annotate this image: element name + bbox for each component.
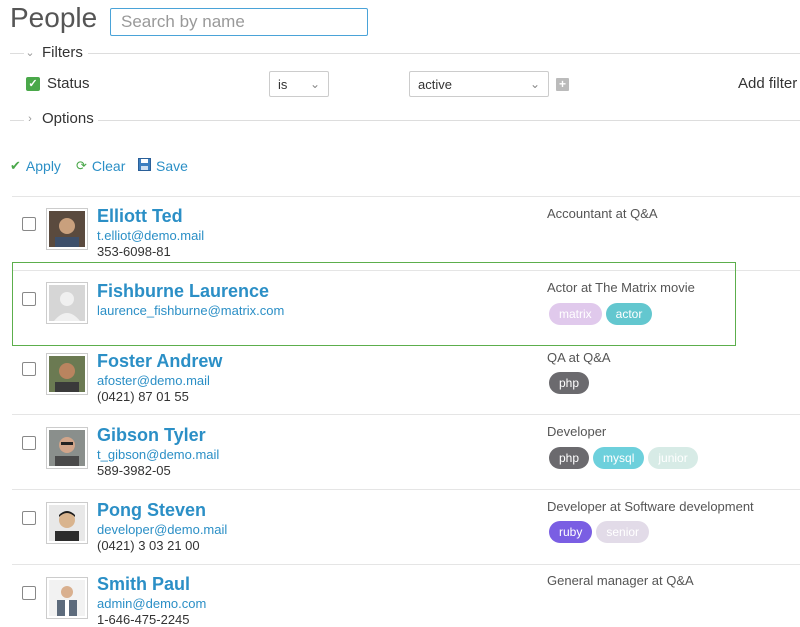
divider (10, 120, 24, 121)
person-name[interactable]: Fishburne Laurence (97, 281, 269, 302)
person-title: QA at Q&A (547, 350, 611, 365)
row-checkbox[interactable] (22, 292, 36, 306)
tag-badge[interactable]: senior (596, 521, 650, 543)
avatar (46, 353, 88, 395)
row-checkbox[interactable] (22, 217, 36, 231)
tag-badge[interactable]: php (549, 447, 590, 469)
apply-label: Apply (25, 158, 61, 174)
tag-badge[interactable]: php (549, 372, 590, 394)
search-input[interactable] (110, 8, 368, 36)
tag-list: php mysql junior (549, 447, 702, 469)
filters-toggle[interactable]: ⌄ Filters (24, 44, 83, 61)
tag-list: ruby senior (549, 521, 653, 543)
list-item[interactable]: Pong Steven developer@demo.mail (0421) 3… (12, 490, 800, 564)
options-toggle[interactable]: › Options (24, 110, 94, 127)
list-item[interactable]: Smith Paul admin@demo.com 1-646-475-2245… (12, 565, 800, 627)
status-value-select[interactable]: active ⌄ (409, 71, 549, 97)
status-filter-label: Status (47, 75, 90, 92)
person-title: Actor at The Matrix movie (547, 280, 695, 295)
list-item-selected[interactable]: Fishburne Laurence laurence_fishburne@ma… (12, 262, 736, 346)
chevron-down-icon: ⌄ (309, 77, 320, 91)
person-name[interactable]: Smith Paul (97, 574, 190, 595)
person-email[interactable]: t_gibson@demo.mail (97, 447, 219, 462)
person-email[interactable]: laurence_fishburne@matrix.com (97, 303, 284, 318)
avatar (46, 282, 88, 324)
page-title: People (10, 2, 98, 33)
status-value: active (418, 76, 452, 92)
tag-badge[interactable]: junior (648, 447, 698, 469)
save-label: Save (156, 158, 188, 174)
divider (88, 53, 800, 54)
tag-badge[interactable]: mysql (593, 447, 645, 469)
person-email[interactable]: admin@demo.com (97, 596, 206, 611)
tag-badge[interactable]: actor (605, 303, 653, 325)
person-phone: (0421) 3 03 21 00 (97, 538, 200, 553)
apply-button[interactable]: ✔ Apply (10, 158, 61, 174)
person-title: Developer at Software development (547, 499, 754, 514)
divider (10, 53, 24, 54)
options-label: Options (42, 110, 94, 127)
filters-label: Filters (42, 44, 83, 61)
person-phone: 589-3982-05 (97, 463, 171, 478)
person-phone: 1-646-475-2245 (97, 612, 190, 627)
avatar (46, 502, 88, 544)
row-checkbox[interactable] (22, 362, 36, 376)
list-item[interactable]: Foster Andrew afoster@demo.mail (0421) 8… (12, 346, 800, 414)
tag-badge[interactable]: matrix (549, 303, 602, 325)
person-email[interactable]: t.elliot@demo.mail (97, 228, 204, 243)
clear-label: Clear (91, 158, 126, 174)
person-email[interactable]: developer@demo.mail (97, 522, 227, 537)
floppy-disk-icon (138, 158, 151, 174)
avatar (46, 577, 88, 619)
person-name[interactable]: Elliott Ted (97, 206, 183, 227)
person-name[interactable]: Foster Andrew (97, 351, 222, 372)
person-name[interactable]: Pong Steven (97, 500, 206, 521)
person-phone: 353-6098-81 (97, 244, 171, 259)
chevron-right-icon: › (28, 112, 32, 125)
person-title: Developer (547, 424, 607, 439)
avatar (46, 208, 88, 250)
list-item[interactable]: Gibson Tyler t_gibson@demo.mail 589-3982… (12, 415, 800, 489)
chevron-down-icon: ⌄ (25, 47, 35, 59)
reload-icon: ⟳ (76, 158, 87, 173)
operator-value: is (278, 76, 288, 92)
operator-select[interactable]: is ⌄ (269, 71, 329, 97)
person-phone: (0421) 87 01 55 (97, 389, 189, 404)
clear-button[interactable]: ⟳ Clear (76, 158, 125, 174)
chevron-down-icon: ⌄ (529, 77, 540, 91)
avatar (46, 427, 88, 469)
tag-list: php (549, 372, 593, 394)
checkmark-icon: ✔ (10, 158, 21, 173)
row-checkbox[interactable] (22, 436, 36, 450)
list-item[interactable]: Elliott Ted t.elliot@demo.mail 353-6098-… (12, 197, 800, 270)
person-title: Accountant at Q&A (547, 206, 658, 221)
add-value-plus-icon[interactable]: + (556, 78, 569, 91)
person-title: General manager at Q&A (547, 573, 694, 588)
row-checkbox[interactable] (22, 511, 36, 525)
tag-badge[interactable]: ruby (549, 521, 593, 543)
divider (98, 120, 800, 121)
person-name[interactable]: Gibson Tyler (97, 425, 206, 446)
tag-list: matrix actor (549, 303, 656, 325)
status-filter-checkbox[interactable]: ✓ (26, 77, 40, 91)
add-filter-label[interactable]: Add filter (738, 75, 797, 92)
person-email[interactable]: afoster@demo.mail (97, 373, 210, 388)
row-checkbox[interactable] (22, 586, 36, 600)
save-button[interactable]: Save (138, 158, 188, 174)
